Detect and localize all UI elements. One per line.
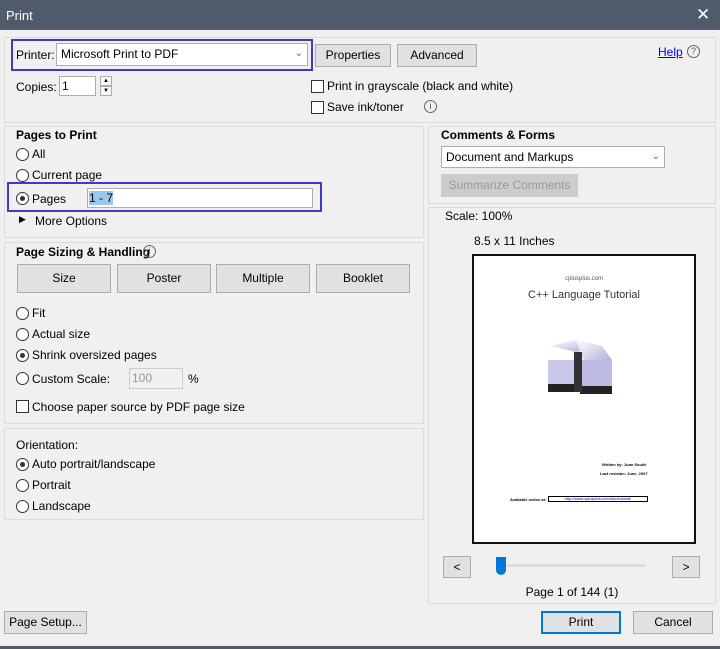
close-icon[interactable]: ✕ bbox=[696, 5, 710, 25]
page-setup-button[interactable]: Page Setup... bbox=[4, 611, 87, 634]
shrink-label: Shrink oversized pages bbox=[32, 348, 157, 362]
copies-input[interactable]: 1 bbox=[59, 76, 96, 96]
multiple-button[interactable]: Multiple bbox=[216, 264, 310, 293]
preview-url: http://www.cplusplus.com/doc/tutorial/ bbox=[548, 496, 648, 502]
fit-radio[interactable] bbox=[16, 307, 29, 320]
help-link[interactable]: Help bbox=[658, 45, 683, 59]
preview-author: Written by: Juan Soulié bbox=[602, 462, 647, 467]
save-ink-checkbox[interactable] bbox=[311, 101, 324, 114]
auto-orientation-label: Auto portrait/landscape bbox=[32, 457, 156, 471]
landscape-radio[interactable] bbox=[16, 500, 29, 513]
comments-value: Document and Markups bbox=[446, 150, 574, 164]
info-icon[interactable]: i bbox=[143, 245, 156, 258]
chevron-down-icon: ⌄ bbox=[651, 151, 660, 162]
paper-source-label: Choose paper source by PDF page size bbox=[32, 400, 245, 414]
pages-label: Pages bbox=[32, 192, 67, 206]
save-ink-label: Save ink/toner bbox=[327, 100, 404, 114]
landscape-label: Landscape bbox=[32, 499, 91, 513]
actual-size-radio[interactable] bbox=[16, 328, 29, 341]
custom-scale-input[interactable]: 100 bbox=[129, 368, 183, 389]
title-bar: Print ✕ bbox=[0, 0, 720, 30]
copies-up-icon[interactable]: ▲ bbox=[100, 76, 112, 86]
print-button[interactable]: Print bbox=[541, 611, 621, 634]
pages-value: 1 - 7 bbox=[89, 191, 114, 205]
current-page-label: Current page bbox=[32, 168, 103, 182]
cancel-button[interactable]: Cancel bbox=[633, 611, 713, 634]
orientation-title: Orientation: bbox=[16, 438, 79, 452]
auto-orientation-radio[interactable] bbox=[16, 458, 29, 471]
next-page-button[interactable]: > bbox=[672, 556, 700, 578]
grayscale-checkbox[interactable] bbox=[311, 80, 324, 93]
preview-title: C++ Language Tutorial bbox=[528, 289, 640, 301]
current-page-radio[interactable] bbox=[16, 169, 29, 182]
portrait-radio[interactable] bbox=[16, 479, 29, 492]
scale-label: Scale: 100% bbox=[445, 209, 513, 223]
all-label: All bbox=[32, 147, 46, 161]
cube-logo-icon bbox=[548, 340, 612, 394]
pages-input[interactable]: 1 - 7 bbox=[87, 188, 313, 208]
advanced-button[interactable]: Advanced bbox=[397, 44, 477, 67]
properties-button[interactable]: Properties bbox=[315, 44, 391, 67]
page-indicator: Page 1 of 144 (1) bbox=[525, 585, 619, 599]
summarize-comments-button[interactable]: Summarize Comments bbox=[441, 174, 578, 197]
page-slider-track[interactable] bbox=[498, 564, 646, 567]
shrink-radio[interactable] bbox=[16, 349, 29, 362]
comments-select[interactable]: Document and Markups ⌄ bbox=[441, 146, 665, 168]
page-sizing-title: Page Sizing & Handling bbox=[16, 245, 151, 259]
copies-down-icon[interactable]: ▼ bbox=[100, 86, 112, 96]
preview-online: Available online at: bbox=[510, 497, 547, 502]
page-slider-thumb[interactable] bbox=[496, 557, 506, 575]
percent-label: % bbox=[188, 372, 199, 386]
booklet-button[interactable]: Booklet bbox=[316, 264, 410, 293]
pages-radio[interactable] bbox=[16, 192, 29, 205]
prev-page-button[interactable]: < bbox=[443, 556, 471, 578]
help-icon[interactable]: ? bbox=[687, 45, 700, 58]
custom-scale-radio[interactable] bbox=[16, 372, 29, 385]
paper-size-label: 8.5 x 11 Inches bbox=[474, 234, 555, 248]
all-radio[interactable] bbox=[16, 148, 29, 161]
printer-value: Microsoft Print to PDF bbox=[61, 47, 179, 61]
chevron-down-icon: ⌄ bbox=[294, 48, 303, 59]
info-icon[interactable]: i bbox=[424, 100, 437, 113]
fit-label: Fit bbox=[32, 306, 46, 320]
pages-to-print-title: Pages to Print bbox=[16, 128, 97, 142]
grayscale-label: Print in grayscale (black and white) bbox=[327, 79, 514, 93]
page-preview: cplusplus.com C++ Language Tutorial Writ… bbox=[472, 254, 696, 544]
expand-icon[interactable]: ▶ bbox=[19, 214, 26, 225]
comments-title: Comments & Forms bbox=[441, 128, 556, 142]
printer-label: Printer: bbox=[16, 48, 55, 62]
preview-revision: Last revision: June, 2007 bbox=[600, 471, 648, 476]
portrait-label: Portrait bbox=[32, 478, 71, 492]
size-button[interactable]: Size bbox=[17, 264, 111, 293]
paper-source-checkbox[interactable] bbox=[16, 400, 29, 413]
poster-button[interactable]: Poster bbox=[117, 264, 211, 293]
more-options-link[interactable]: More Options bbox=[35, 214, 107, 228]
printer-select[interactable]: Microsoft Print to PDF ⌄ bbox=[56, 43, 308, 66]
preview-site: cplusplus.com bbox=[564, 276, 603, 282]
actual-size-label: Actual size bbox=[32, 327, 91, 341]
copies-label: Copies: bbox=[16, 80, 57, 94]
window-title: Print bbox=[6, 8, 33, 23]
custom-scale-label: Custom Scale: bbox=[32, 372, 111, 386]
